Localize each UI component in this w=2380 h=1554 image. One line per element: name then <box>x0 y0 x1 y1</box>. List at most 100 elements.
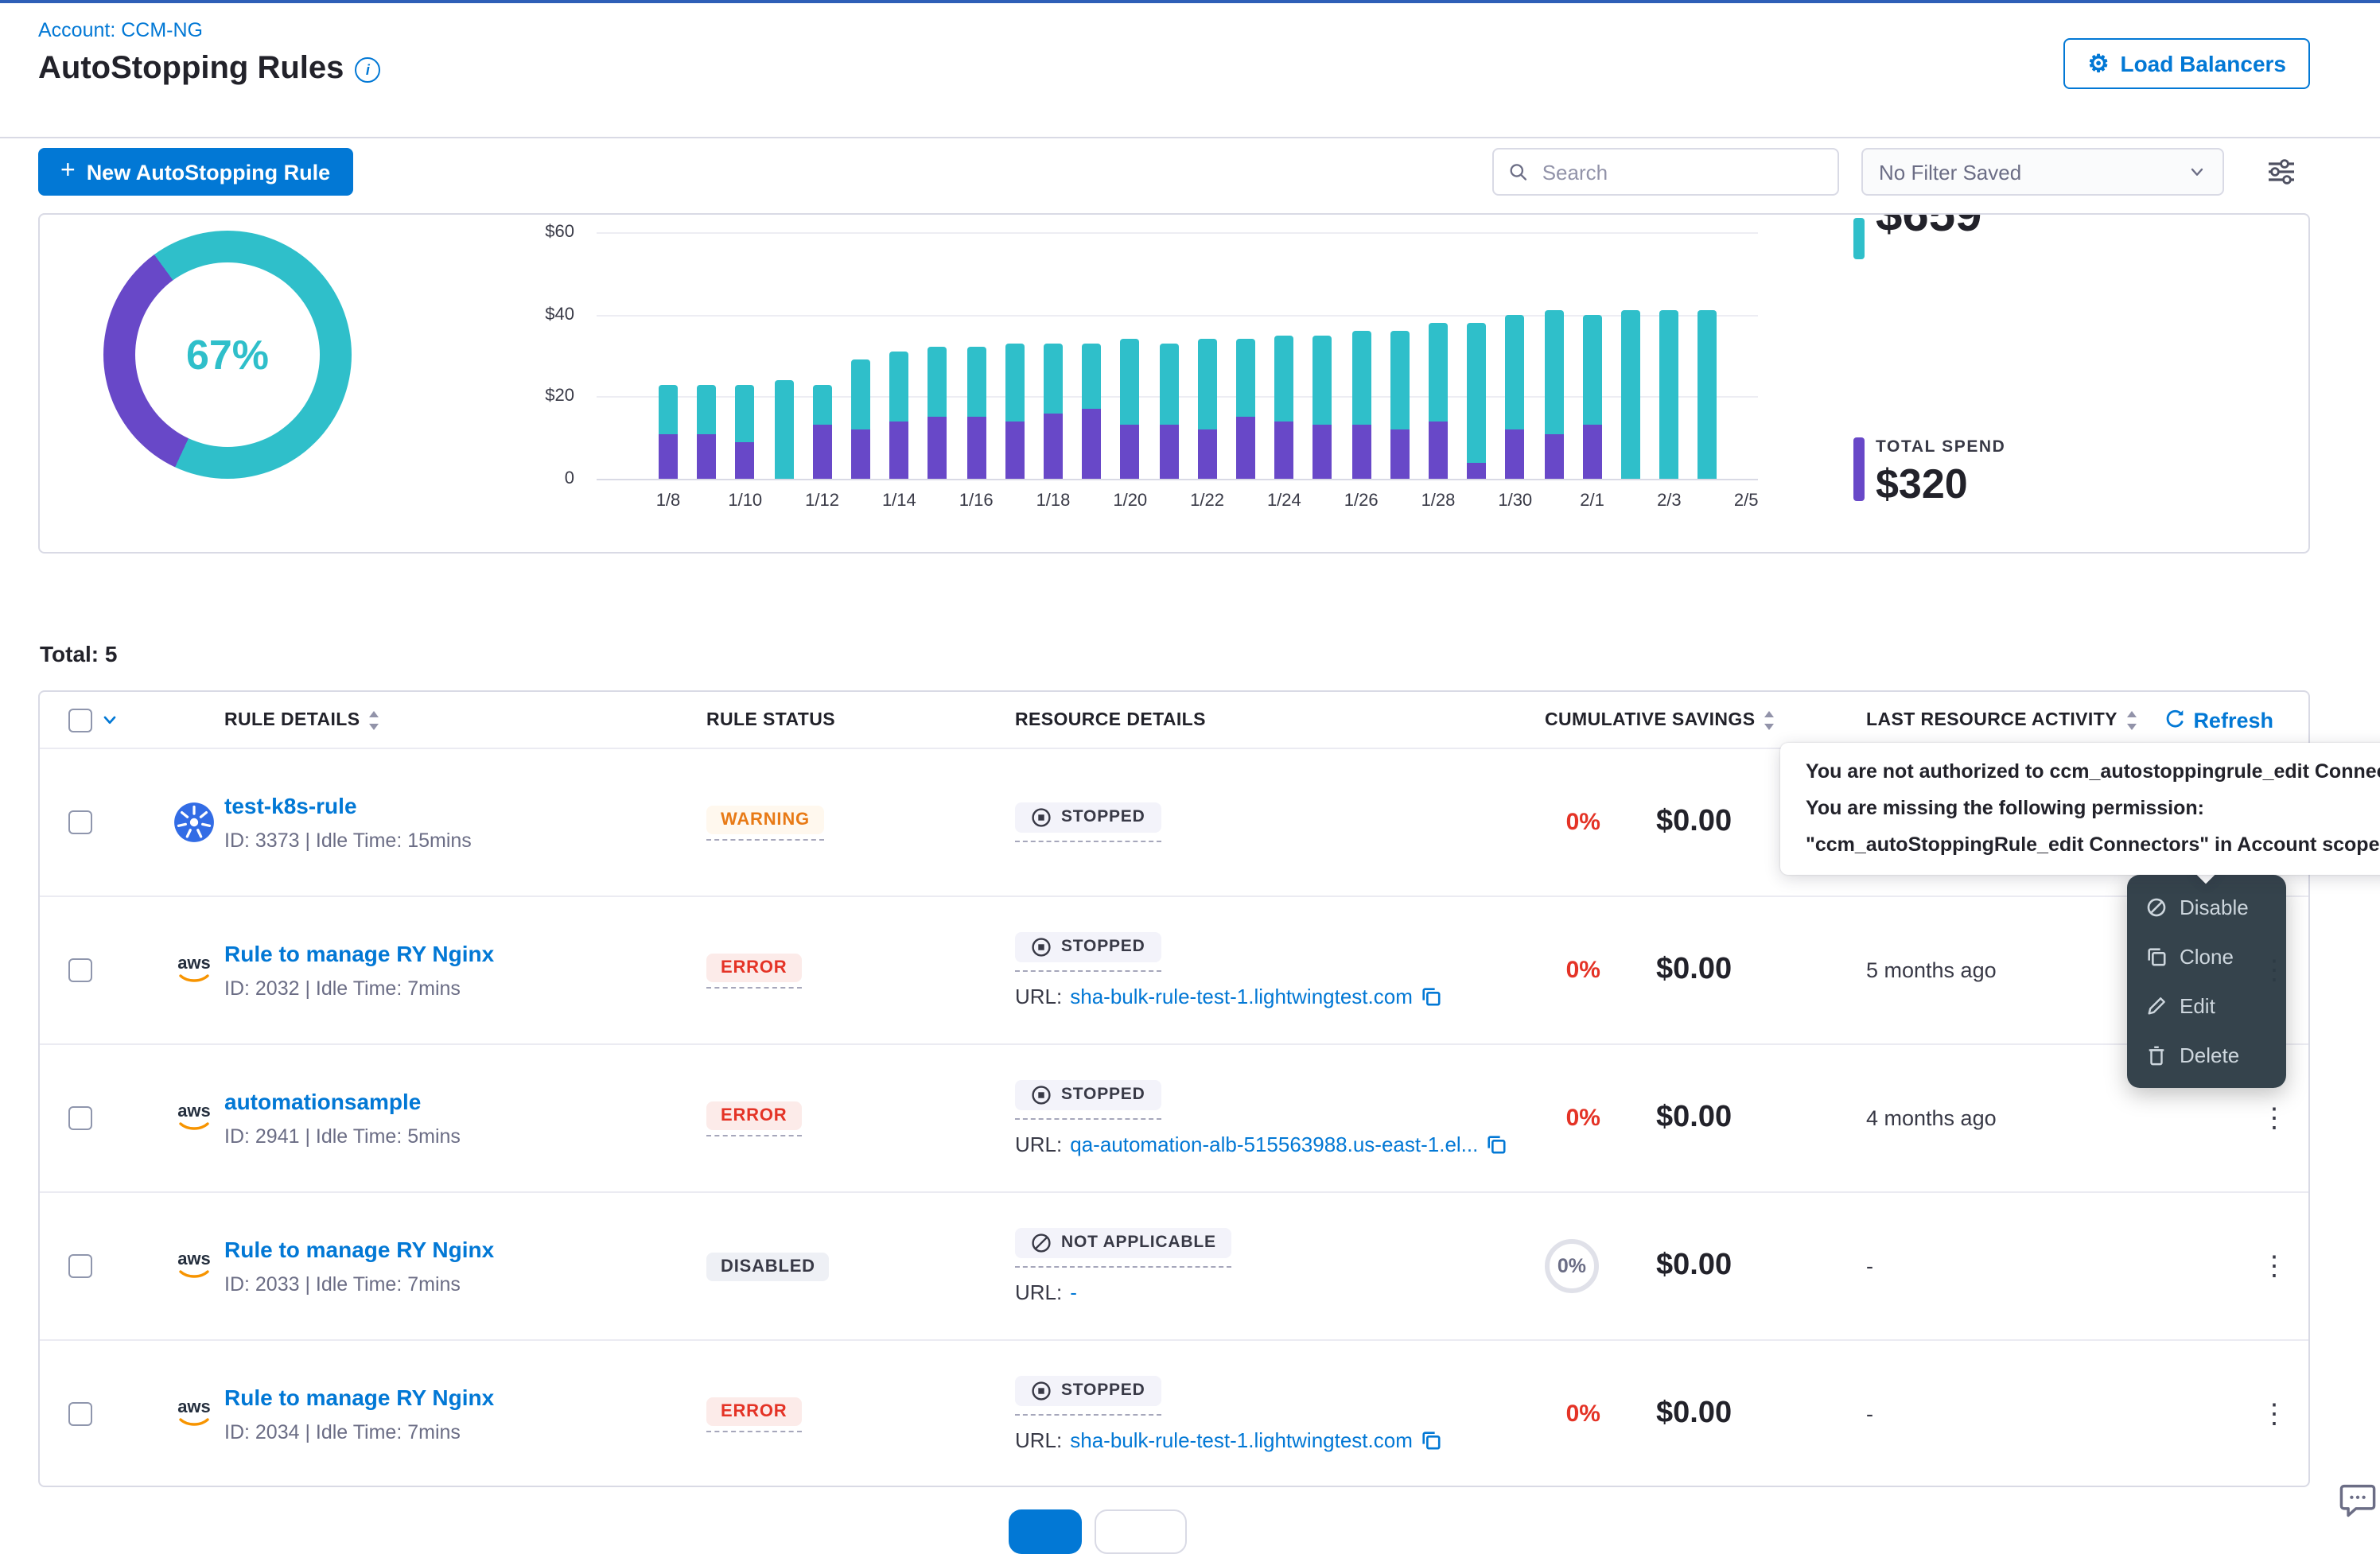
row-checkbox[interactable] <box>68 1105 92 1129</box>
bar-segment-savings <box>774 380 793 479</box>
search-input[interactable] <box>1539 158 1823 185</box>
row-menu-button[interactable]: ⋮ <box>2251 1397 2297 1430</box>
bar-segment-spend <box>1429 422 1448 479</box>
bar-segment-savings <box>928 348 947 418</box>
pagination-current-page[interactable] <box>1009 1509 1082 1554</box>
bar-segment-savings <box>1121 339 1140 425</box>
copy-icon[interactable] <box>1421 985 1441 1006</box>
savings-amount: $0.00 <box>1656 1396 1732 1431</box>
aws-icon: aws <box>177 1399 211 1428</box>
table-row: aws Rule to manage RY Nginx ID: 2034 | I… <box>40 1339 2308 1487</box>
resource-url-link[interactable]: sha-bulk-rule-test-1.lightwingtest.com <box>1070 984 1413 1008</box>
chat-bubble-icon <box>2337 1479 2378 1521</box>
sort-icon[interactable] <box>368 710 381 729</box>
info-icon[interactable]: i <box>355 56 380 82</box>
rule-meta: ID: 3373 | Idle Time: 15mins <box>224 829 472 851</box>
sort-icon[interactable] <box>1763 710 1775 729</box>
bar-segment-savings <box>1659 310 1678 479</box>
copy-icon[interactable] <box>1421 1429 1441 1450</box>
saved-filter-dropdown[interactable]: No Filter Saved <box>1861 148 2224 196</box>
savings-donut: 67% <box>103 231 352 479</box>
bar-segment-spend <box>889 422 908 479</box>
resource-url-link[interactable]: - <box>1070 1280 1077 1303</box>
table-header-row: RULE DETAILS RULE STATUS RESOURCE DETAIL… <box>40 692 2308 749</box>
rule-name-link[interactable]: Rule to manage RY Nginx <box>224 1236 494 1261</box>
help-chat-button[interactable] <box>2335 1479 2380 1524</box>
account-breadcrumb[interactable]: Account: CCM-NG <box>38 19 203 41</box>
resource-state-pill: NOT APPLICABLE <box>1015 1227 1232 1257</box>
bar-segment-savings <box>1274 335 1293 422</box>
bar-segment-spend <box>928 418 947 480</box>
savings-percent: 0% <box>1492 1400 1600 1427</box>
row-checkbox[interactable] <box>68 1401 92 1425</box>
resource-url-link[interactable]: sha-bulk-rule-test-1.lightwingtest.com <box>1070 1428 1413 1451</box>
bar-segment-spend <box>1583 425 1602 479</box>
rule-name-link[interactable]: test-k8s-rule <box>224 792 357 818</box>
header-divider <box>0 137 2380 138</box>
x-axis-tick-label: 1/24 <box>1249 491 1319 511</box>
bar-segment-spend <box>1159 425 1178 479</box>
row-checkbox[interactable] <box>68 810 92 833</box>
bar-segment-savings <box>1506 314 1525 429</box>
bar-segment-spend <box>659 433 678 479</box>
select-all-checkbox[interactable] <box>68 708 92 732</box>
savings-percent: 0% <box>1492 1104 1600 1131</box>
bar-segment-savings <box>1583 314 1602 425</box>
x-axis-tick-label: 1/26 <box>1326 491 1396 511</box>
y-axis-tick-label: $20 <box>501 387 574 406</box>
chevron-down-icon <box>2188 162 2207 181</box>
row-checkbox[interactable] <box>68 1253 92 1277</box>
bar-segment-savings <box>1236 339 1255 417</box>
url-label: URL: <box>1015 1280 1062 1303</box>
menu-item-clone[interactable]: Clone <box>2127 932 2286 981</box>
savings-percent: 0% <box>1492 808 1600 835</box>
sort-icon[interactable] <box>2125 710 2138 729</box>
x-axis-tick-label: 1/28 <box>1403 491 1473 511</box>
bar-segment-savings <box>1044 344 1063 414</box>
select-menu-chevron-icon[interactable] <box>100 710 119 729</box>
stopped-icon <box>1031 936 1052 957</box>
filter-settings-button[interactable] <box>2262 154 2300 192</box>
y-axis-tick-label: $60 <box>501 223 574 242</box>
total-savings-value: $659 <box>1876 213 1982 243</box>
stopped-icon <box>1031 1380 1052 1401</box>
menu-item-delete[interactable]: Delete <box>2127 1031 2286 1080</box>
x-axis-tick-label: 2/1 <box>1558 491 1628 511</box>
x-axis-tick-label: 1/16 <box>941 491 1011 511</box>
row-checkbox[interactable] <box>68 958 92 981</box>
refresh-button[interactable]: Refresh <box>2153 706 2283 733</box>
aws-icon: aws <box>177 955 211 984</box>
row-context-menu: Disable Clone Edit Delete <box>2127 875 2286 1088</box>
bar-segment-savings <box>1082 344 1101 410</box>
col-cumulative-savings: CUMULATIVE SAVINGS <box>1545 710 1775 729</box>
bar-segment-savings <box>1159 344 1178 425</box>
load-balancers-button[interactable]: ⚙ Load Balancers <box>2064 38 2310 89</box>
new-autostopping-rule-button[interactable]: + New AutoStopping Rule <box>38 148 352 196</box>
pagination-next-page[interactable] <box>1095 1509 1187 1554</box>
row-menu-button[interactable]: ⋮ <box>2251 1101 2297 1134</box>
bar-segment-savings <box>1313 335 1332 425</box>
bar-segment-savings <box>697 384 716 433</box>
rule-meta: ID: 2034 | Idle Time: 7mins <box>224 1420 494 1443</box>
menu-item-edit[interactable]: Edit <box>2127 981 2286 1031</box>
resource-url-link[interactable]: qa-automation-alb-515563988.us-east-1.el… <box>1070 1132 1478 1156</box>
rule-name-link[interactable]: automationsample <box>224 1088 421 1113</box>
total-savings-marker <box>1853 218 1865 259</box>
permission-tooltip: You are not authorized to ccm_autostoppi… <box>1780 743 2380 875</box>
bar-segment-spend <box>851 429 870 479</box>
rule-name-link[interactable]: Rule to manage RY Nginx <box>224 940 494 965</box>
not-applicable-icon <box>1031 1232 1052 1253</box>
clone-icon <box>2146 946 2167 967</box>
menu-item-disable[interactable]: Disable <box>2127 883 2286 932</box>
bar-segment-savings <box>1351 331 1371 425</box>
bar-segment-savings <box>1621 310 1640 479</box>
bar-segment-savings <box>1467 323 1486 463</box>
x-axis-tick-label: 1/10 <box>710 491 780 511</box>
rule-name-link[interactable]: Rule to manage RY Nginx <box>224 1384 494 1409</box>
row-menu-button[interactable]: ⋮ <box>2251 1249 2297 1282</box>
copy-icon[interactable] <box>1486 1133 1507 1154</box>
bar-segment-savings <box>736 384 755 441</box>
resource-state-pill: STOPPED <box>1015 802 1161 832</box>
table-total-count: Total: 5 <box>40 641 118 666</box>
bar-segment-spend <box>1390 429 1410 479</box>
